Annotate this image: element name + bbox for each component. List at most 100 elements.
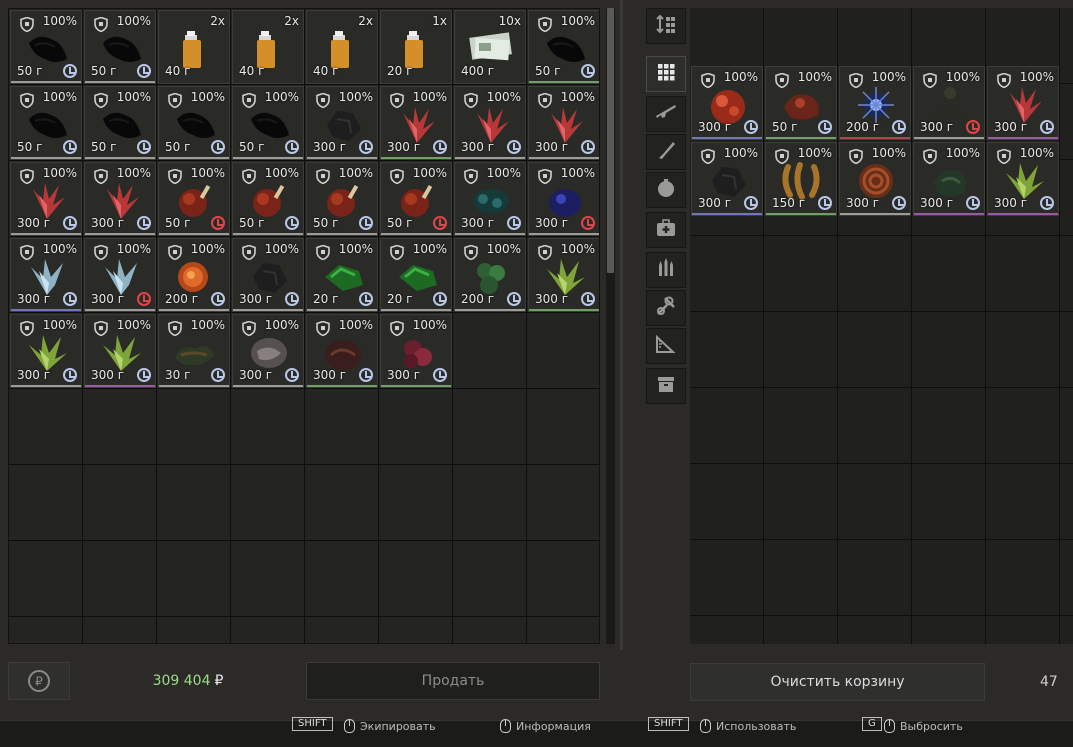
inventory-slot[interactable] [157,465,231,541]
sell-button[interactable]: Продать [306,662,600,700]
cart-slot[interactable] [764,464,838,540]
inventory-slot[interactable] [527,465,599,541]
cart-item[interactable]: 100% 300 г [691,66,763,140]
cart-slot[interactable] [912,616,986,644]
scrollbar-thumb[interactable] [607,8,614,273]
cart-slot[interactable] [986,464,1060,540]
cart-item[interactable]: 100% 300 г [987,66,1059,140]
cart-slot[interactable] [912,464,986,540]
inventory-slot[interactable] [379,389,453,465]
cart-item[interactable]: 100% 300 г [913,66,985,140]
cart-item[interactable]: 100% 300 г [691,142,763,216]
cart-slot[interactable] [1060,540,1073,616]
cart-slot[interactable] [1060,464,1073,540]
inventory-item[interactable]: 100% 300 г [84,314,156,388]
filter-ammo-button[interactable] [646,252,686,288]
inventory-item[interactable]: 100% 50 г [84,86,156,160]
inventory-item[interactable]: 100% 50 г [10,86,82,160]
filter-grenade-button[interactable] [646,172,686,208]
filter-sort-button[interactable] [646,8,686,44]
inventory-item[interactable]: 100% 50 г [10,10,82,84]
cart-slot[interactable] [1060,236,1073,312]
inventory-item[interactable]: 100% 300 г [528,162,599,236]
cart-slot[interactable] [838,540,912,616]
cart-slot[interactable] [764,388,838,464]
cart-slot[interactable] [838,312,912,388]
inventory-item[interactable]: 100% 50 г [528,10,599,84]
inventory-slot[interactable] [305,617,379,643]
cart-slot[interactable] [690,464,764,540]
cart-slot[interactable] [838,616,912,644]
inventory-item[interactable]: 100% 300 г [454,162,526,236]
inventory-item[interactable]: 100% 20 г [380,238,452,312]
inventory-slot[interactable] [157,617,231,643]
cart-slot[interactable] [690,236,764,312]
cart-slot[interactable] [690,616,764,644]
sell-cart-grid[interactable]: 100% 300 г 100% 50 г 100% 200 г 100% 300 г 100% 3… [690,8,1073,644]
cart-slot[interactable] [986,236,1060,312]
cart-slot[interactable] [986,312,1060,388]
inventory-item[interactable]: 100% 300 г [454,86,526,160]
inventory-item[interactable]: 100% 50 г [158,86,230,160]
clear-cart-button[interactable]: Очистить корзину [690,663,985,701]
inventory-scrollbar[interactable] [606,8,615,644]
cart-slot[interactable] [764,616,838,644]
cart-slot[interactable] [838,388,912,464]
inventory-slot[interactable] [527,541,599,617]
inventory-slot[interactable] [231,617,305,643]
inventory-item[interactable]: 100% 300 г [232,238,304,312]
cart-slot[interactable] [690,540,764,616]
inventory-slot[interactable] [231,541,305,617]
cart-slot[interactable] [764,540,838,616]
filter-ruler-button[interactable] [646,328,686,364]
inventory-slot[interactable] [379,617,453,643]
inventory-item[interactable]: 100% 300 г [380,86,452,160]
cart-slot[interactable] [764,312,838,388]
cart-slot[interactable] [1060,616,1073,644]
inventory-slot[interactable] [9,617,83,643]
filter-knife-button[interactable] [646,134,686,170]
cart-item[interactable]: 100% 200 г [839,66,911,140]
inventory-slot[interactable] [83,389,157,465]
inventory-item[interactable]: 100% 300 г [528,238,599,312]
inventory-item[interactable]: 2x 40 г [232,10,304,84]
inventory-slot[interactable] [83,465,157,541]
inventory-slot[interactable] [379,541,453,617]
cart-slot[interactable] [764,236,838,312]
inventory-item[interactable]: 100% 300 г [10,162,82,236]
inventory-item[interactable]: 100% 50 г [380,162,452,236]
inventory-slot[interactable] [453,617,527,643]
inventory-grid[interactable]: 100% 50 г 100% 50 г 2x 40 г 2x 40 г 2x 40 г 1x 20 г… [8,8,600,644]
inventory-slot[interactable] [453,389,527,465]
inventory-item[interactable]: 100% 50 г [158,162,230,236]
inventory-slot[interactable] [157,541,231,617]
inventory-slot[interactable] [9,389,83,465]
inventory-slot[interactable] [9,465,83,541]
inventory-item[interactable]: 100% 300 г [10,238,82,312]
inventory-slot[interactable] [157,389,231,465]
cart-slot[interactable] [838,464,912,540]
inventory-item[interactable]: 10x 400 г [454,10,526,84]
cart-item[interactable]: 100% 300 г [987,142,1059,216]
inventory-slot[interactable] [527,617,599,643]
cart-slot[interactable] [838,236,912,312]
inventory-slot[interactable] [453,465,527,541]
filter-grid-button[interactable] [646,56,686,92]
cart-slot[interactable] [690,312,764,388]
inventory-item[interactable]: 100% 300 г [232,314,304,388]
inventory-item[interactable]: 100% 50 г [232,162,304,236]
cart-slot[interactable] [912,388,986,464]
cart-slot[interactable] [986,388,1060,464]
inventory-slot[interactable] [453,313,527,389]
filter-rifle-button[interactable] [646,96,686,132]
inventory-item[interactable]: 100% 300 г [528,86,599,160]
filter-box-button[interactable] [646,368,686,404]
inventory-item[interactable]: 100% 300 г [84,238,156,312]
inventory-slot[interactable] [305,389,379,465]
cart-slot[interactable] [1060,160,1073,236]
cart-slot[interactable] [1060,312,1073,388]
inventory-slot[interactable] [527,389,599,465]
inventory-item[interactable]: 1x 20 г [380,10,452,84]
inventory-item[interactable]: 100% 300 г [306,314,378,388]
inventory-slot[interactable] [527,313,599,389]
